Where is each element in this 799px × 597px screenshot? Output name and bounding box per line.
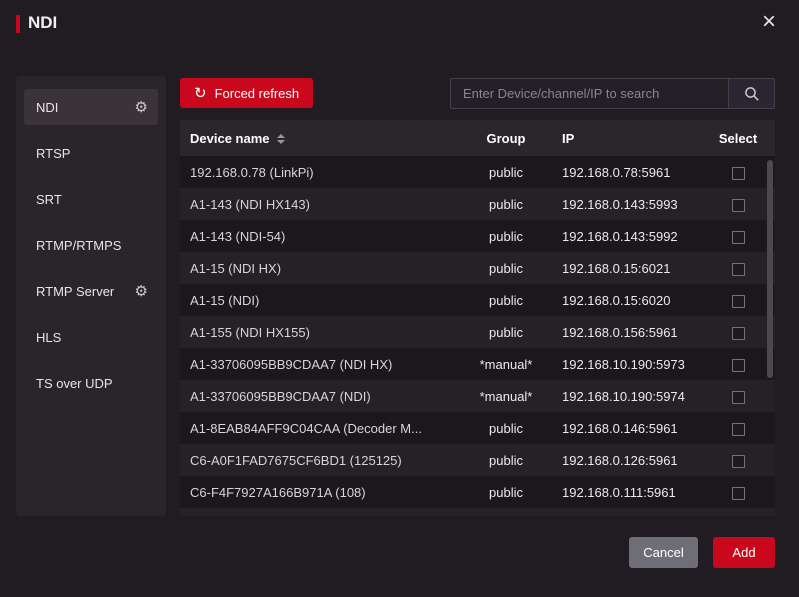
cell-device: C6-F4F7927A166B971A (108) bbox=[190, 485, 450, 500]
cell-device: A1-15 (NDI) bbox=[190, 293, 450, 308]
row-checkbox[interactable] bbox=[732, 455, 745, 468]
cell-group: public bbox=[450, 485, 562, 500]
cell-device: A1-33706095BB9CDAA7 (NDI HX) bbox=[190, 357, 450, 372]
sidebar-item-rtsp[interactable]: RTSP bbox=[24, 130, 158, 176]
dialog-title: NDI bbox=[28, 13, 57, 33]
table-row: A1-15 (NDI) public 192.168.0.15:6020 bbox=[180, 284, 775, 316]
cell-ip: 192.168.0.78:5961 bbox=[562, 165, 713, 180]
cell-group: public bbox=[450, 293, 562, 308]
gear-icon[interactable]: ⚙ bbox=[135, 284, 148, 299]
table-row: A1-33706095BB9CDAA7 (NDI) *manual* 192.1… bbox=[180, 380, 775, 412]
row-checkbox[interactable] bbox=[732, 327, 745, 340]
table-row: A1-33706095BB9CDAA7 (NDI HX) *manual* 19… bbox=[180, 348, 775, 380]
sidebar-item-rtmp-server[interactable]: RTMP Server ⚙ bbox=[24, 268, 158, 314]
cell-ip: 192.168.0.15:6020 bbox=[562, 293, 713, 308]
scrollbar-thumb[interactable] bbox=[767, 160, 773, 378]
forced-refresh-button[interactable]: ↻ Forced refresh bbox=[180, 78, 313, 108]
sidebar-item-hls[interactable]: HLS bbox=[24, 314, 158, 360]
sidebar-item-label: HLS bbox=[36, 330, 61, 345]
cell-ip: 192.168.0.143:5992 bbox=[562, 229, 713, 244]
cell-group: public bbox=[450, 197, 562, 212]
row-checkbox[interactable] bbox=[732, 199, 745, 212]
sidebar-item-label: TS over UDP bbox=[36, 376, 113, 391]
cell-ip: 192.168.0.156:5961 bbox=[562, 325, 713, 340]
sidebar-item-label: SRT bbox=[36, 192, 62, 207]
cell-device: C6-A0F1FAD7675CF6BD1 (125125) bbox=[190, 453, 450, 468]
row-checkbox[interactable] bbox=[732, 295, 745, 308]
row-checkbox[interactable] bbox=[732, 391, 745, 404]
sidebar-item-rtmp-rtmps[interactable]: RTMP/RTMPS bbox=[24, 222, 158, 268]
sidebar-item-ts-over-udp[interactable]: TS over UDP bbox=[24, 360, 158, 406]
forced-refresh-label: Forced refresh bbox=[215, 86, 300, 101]
row-checkbox[interactable] bbox=[732, 423, 745, 436]
cell-device: A1-155 (NDI HX155) bbox=[190, 325, 450, 340]
table-row: 192.168.0.78 (LinkPi) public 192.168.0.7… bbox=[180, 156, 775, 188]
cell-device: 192.168.0.78 (LinkPi) bbox=[190, 165, 450, 180]
cell-device: A1-33706095BB9CDAA7 (NDI) bbox=[190, 389, 450, 404]
row-checkbox[interactable] bbox=[732, 231, 745, 244]
sidebar-item-label: RTMP Server bbox=[36, 284, 114, 299]
search-icon bbox=[744, 86, 760, 102]
gear-icon[interactable]: ⚙ bbox=[135, 100, 148, 115]
device-table: Device name Group IP Select 192.168.0.78… bbox=[180, 120, 775, 516]
table-row: C6-A0F1FAD7675CF6BD1 (125125) public 192… bbox=[180, 444, 775, 476]
header-ip: IP bbox=[562, 131, 713, 146]
sidebar-item-label: NDI bbox=[36, 100, 58, 115]
cell-ip: 192.168.0.15:6021 bbox=[562, 261, 713, 276]
refresh-icon: ↻ bbox=[194, 86, 207, 101]
cell-device: A1-143 (NDI-54) bbox=[190, 229, 450, 244]
title-accent-bar bbox=[16, 15, 20, 33]
table-row: C6-F4F7927A166B971A (108) public 192.168… bbox=[180, 476, 775, 508]
cell-ip: 192.168.0.111:5961 bbox=[562, 485, 713, 500]
cell-group: *manual* bbox=[450, 357, 562, 372]
sidebar-item-ndi[interactable]: NDI ⚙ bbox=[24, 89, 158, 125]
cell-ip: 192.168.0.146:5961 bbox=[562, 421, 713, 436]
cell-ip: 192.168.0.143:5993 bbox=[562, 197, 713, 212]
cell-device: A1-15 (NDI HX) bbox=[190, 261, 450, 276]
row-checkbox[interactable] bbox=[732, 263, 745, 276]
header-group: Group bbox=[450, 131, 562, 146]
header-device-name[interactable]: Device name bbox=[190, 131, 450, 146]
header-select: Select bbox=[713, 131, 763, 146]
cell-ip: 192.168.10.190:5973 bbox=[562, 357, 713, 372]
close-icon[interactable]: × bbox=[755, 8, 783, 36]
cell-ip: 192.168.10.190:5974 bbox=[562, 389, 713, 404]
search-box bbox=[450, 78, 775, 109]
cancel-button[interactable]: Cancel bbox=[629, 537, 698, 568]
cell-group: public bbox=[450, 165, 562, 180]
scrollbar-track[interactable] bbox=[767, 160, 773, 512]
row-checkbox[interactable] bbox=[732, 359, 745, 372]
header-device-label: Device name bbox=[190, 131, 270, 146]
search-input[interactable] bbox=[451, 79, 728, 108]
cell-device: A1-143 (NDI HX143) bbox=[190, 197, 450, 212]
table-row: A1-8EAB84AFF9C04CAA (Decoder M... public… bbox=[180, 412, 775, 444]
table-body: 192.168.0.78 (LinkPi) public 192.168.0.7… bbox=[180, 156, 775, 508]
table-header-row: Device name Group IP Select bbox=[180, 120, 775, 156]
partial-row bbox=[180, 508, 775, 516]
cell-group: public bbox=[450, 261, 562, 276]
sidebar-item-label: RTSP bbox=[36, 146, 70, 161]
titlebar: NDI × bbox=[0, 0, 799, 48]
cell-group: *manual* bbox=[450, 389, 562, 404]
add-button[interactable]: Add bbox=[713, 537, 775, 568]
sidebar-item-srt[interactable]: SRT bbox=[24, 176, 158, 222]
cell-group: public bbox=[450, 453, 562, 468]
row-checkbox[interactable] bbox=[732, 167, 745, 180]
search-button[interactable] bbox=[728, 79, 774, 108]
table-row: A1-143 (NDI-54) public 192.168.0.143:599… bbox=[180, 220, 775, 252]
sidebar: NDI ⚙ RTSP SRT RTMP/RTMPS RTMP Server ⚙ … bbox=[16, 76, 166, 516]
row-checkbox[interactable] bbox=[732, 487, 745, 500]
cell-group: public bbox=[450, 325, 562, 340]
cell-ip: 192.168.0.126:5961 bbox=[562, 453, 713, 468]
table-row: A1-155 (NDI HX155) public 192.168.0.156:… bbox=[180, 316, 775, 348]
table-row: A1-15 (NDI HX) public 192.168.0.15:6021 bbox=[180, 252, 775, 284]
cell-device: A1-8EAB84AFF9C04CAA (Decoder M... bbox=[190, 421, 450, 436]
cell-group: public bbox=[450, 421, 562, 436]
sort-icon[interactable] bbox=[277, 134, 285, 144]
sidebar-item-label: RTMP/RTMPS bbox=[36, 238, 121, 253]
table-row: A1-143 (NDI HX143) public 192.168.0.143:… bbox=[180, 188, 775, 220]
cell-group: public bbox=[450, 229, 562, 244]
